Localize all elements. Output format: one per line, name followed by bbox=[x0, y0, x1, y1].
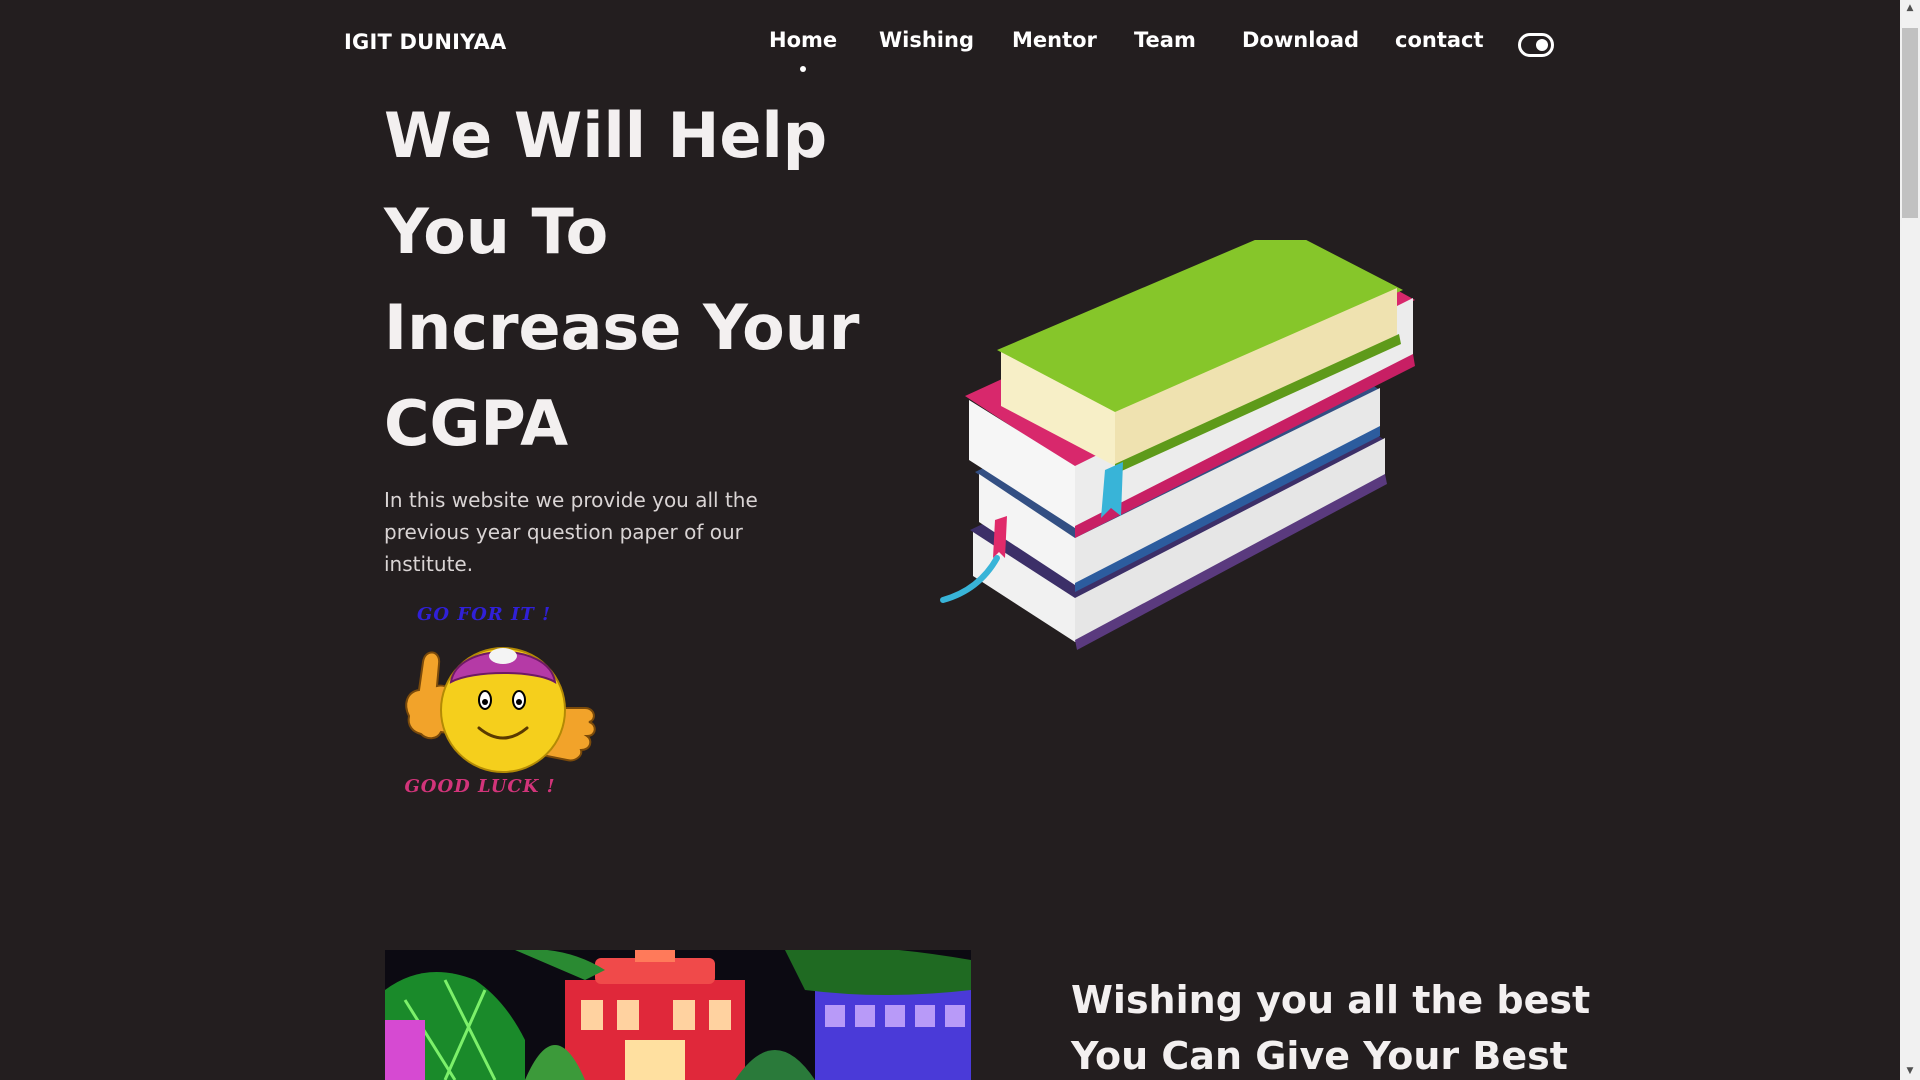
hero-title-line: We Will Help bbox=[384, 99, 828, 172]
page: IGIT DUNIYAA Home Wishing Mentor Team Do… bbox=[0, 0, 1920, 1080]
nav-contact[interactable]: contact bbox=[1395, 28, 1484, 52]
nav-wishing[interactable]: Wishing bbox=[879, 28, 974, 52]
hero-description: In this website we provide you all the p… bbox=[384, 488, 758, 576]
scroll-down-arrow-icon[interactable]: ▼ bbox=[1900, 1063, 1920, 1080]
scroll-thumb[interactable] bbox=[1902, 28, 1918, 218]
toggle-knob bbox=[1536, 39, 1548, 51]
good-luck-sticker: GO FOR IT ! GOOD LUCK ! bbox=[385, 604, 615, 804]
nav-download[interactable]: Download bbox=[1242, 28, 1359, 52]
hero-title: We Will Help You To Increase Your CGPA bbox=[384, 88, 904, 472]
nav-team[interactable]: Team bbox=[1134, 28, 1196, 52]
vertical-scrollbar[interactable]: ▲ ▼ bbox=[1900, 0, 1920, 1080]
site-header: IGIT DUNIYAA Home Wishing Mentor Team Do… bbox=[0, 0, 1900, 90]
scroll-up-arrow-icon[interactable]: ▲ bbox=[1900, 0, 1920, 17]
books-stack-icon bbox=[940, 240, 1415, 650]
nav-home[interactable]: Home bbox=[769, 28, 837, 72]
nav-mentor[interactable]: Mentor bbox=[1012, 28, 1097, 52]
wishing-title-line: You Can Give Your Best bbox=[1071, 1034, 1568, 1078]
hero-title-line: Increase Your bbox=[384, 291, 860, 364]
smiley-thumbs-up-icon bbox=[405, 647, 596, 773]
theme-toggle-icon[interactable] bbox=[1518, 33, 1554, 57]
main-nav: Home Wishing Mentor Team Download contac… bbox=[0, 28, 1900, 78]
hero-title-line: You To bbox=[384, 195, 609, 268]
campus-photo bbox=[385, 950, 971, 1080]
sticker-bottom-text: GOOD LUCK ! bbox=[404, 776, 556, 797]
campus-night-illustration bbox=[385, 950, 971, 1080]
wishing-title-line: Wishing you all the best bbox=[1071, 978, 1591, 1022]
wishing-title: Wishing you all the best You Can Give Yo… bbox=[1071, 972, 1591, 1080]
hero-title-line: CGPA bbox=[384, 387, 569, 460]
